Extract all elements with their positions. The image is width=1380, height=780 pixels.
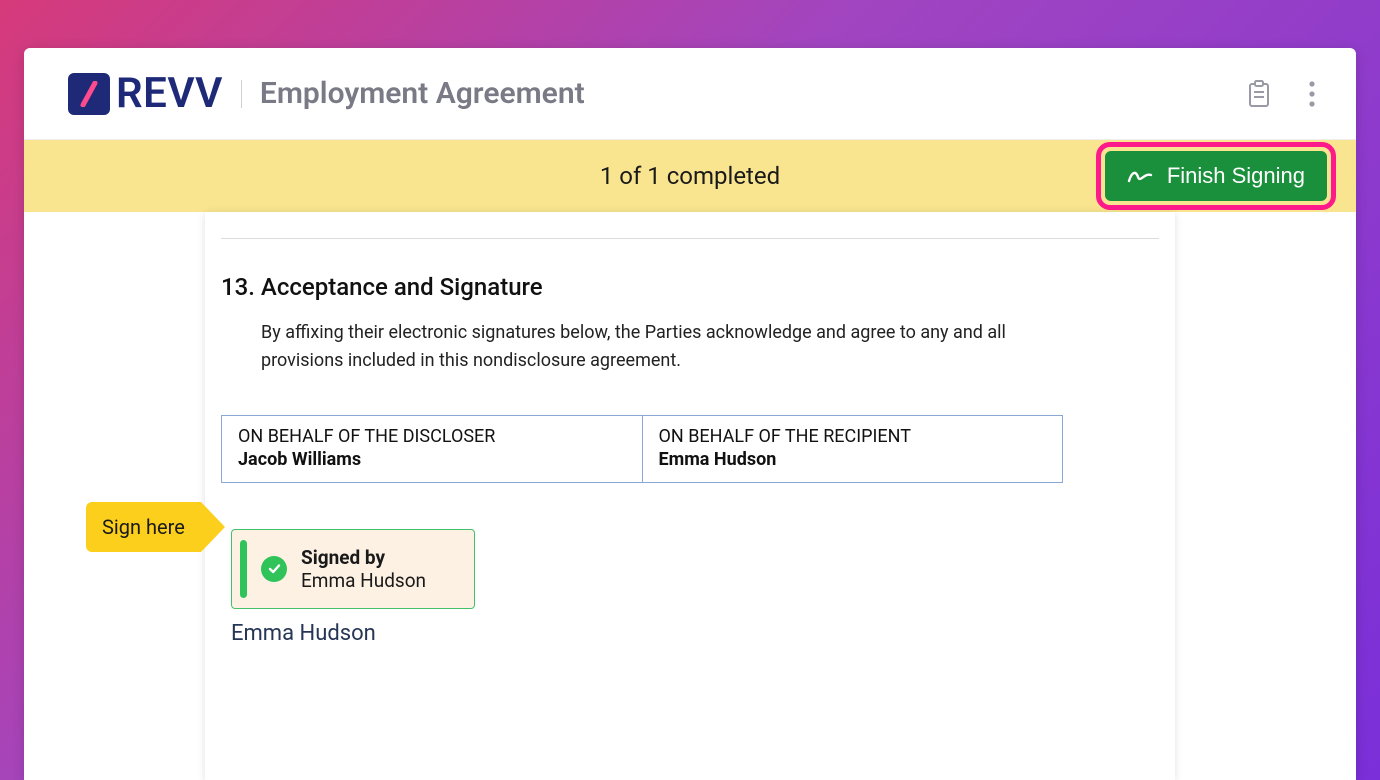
finish-signing-label: Finish Signing (1167, 163, 1305, 189)
section-divider (221, 238, 1159, 239)
party-name: Jacob Williams (238, 449, 626, 470)
signer-name-caption: Emma Hudson (231, 621, 1159, 646)
signature-icon (1127, 167, 1153, 185)
finish-signing-button[interactable]: Finish Signing (1105, 151, 1327, 201)
clipboard-icon[interactable] (1246, 79, 1272, 109)
signed-by-title: Signed by (301, 546, 426, 569)
sign-here-flag[interactable]: Sign here (86, 502, 201, 552)
header: REVV Employment Agreement (24, 48, 1356, 140)
more-menu-icon[interactable] (1308, 80, 1316, 108)
brand-wordmark: REVV (116, 69, 223, 118)
section-body: By affixing their electronic signatures … (221, 319, 1051, 375)
brand-mark-icon (68, 73, 110, 115)
title-separator (241, 80, 242, 108)
table-cell-recipient: ON BEHALF OF THE RECIPIENT Emma Hudson (642, 415, 1063, 482)
document-title: Employment Agreement (260, 76, 585, 111)
signed-by-name: Emma Hudson (301, 569, 426, 592)
document-area: Sign here 13. Acceptance and Signature B… (24, 212, 1356, 780)
signed-accent-bar (240, 540, 247, 598)
progress-text: 1 of 1 completed (600, 162, 780, 190)
signed-text: Signed by Emma Hudson (301, 546, 426, 592)
header-actions (1246, 79, 1316, 109)
check-circle-icon (261, 556, 287, 582)
sign-here-label: Sign here (102, 515, 185, 539)
brand-logo[interactable]: REVV (68, 69, 223, 118)
party-label: ON BEHALF OF THE RECIPIENT (659, 426, 1047, 447)
signed-by-card[interactable]: Signed by Emma Hudson (231, 529, 475, 609)
finish-button-highlight: Finish Signing (1096, 142, 1336, 210)
party-label: ON BEHALF OF THE DISCLOSER (238, 426, 626, 447)
party-name: Emma Hudson (659, 449, 1047, 470)
signature-table: ON BEHALF OF THE DISCLOSER Jacob William… (221, 415, 1063, 483)
gradient-background: REVV Employment Agreement (0, 0, 1380, 780)
app-window: REVV Employment Agreement (24, 48, 1356, 780)
section-title: 13. Acceptance and Signature (221, 273, 1159, 301)
table-cell-discloser: ON BEHALF OF THE DISCLOSER Jacob William… (222, 415, 643, 482)
status-bar: 1 of 1 completed Finish Signing (24, 140, 1356, 212)
document-page: Sign here 13. Acceptance and Signature B… (205, 212, 1175, 780)
